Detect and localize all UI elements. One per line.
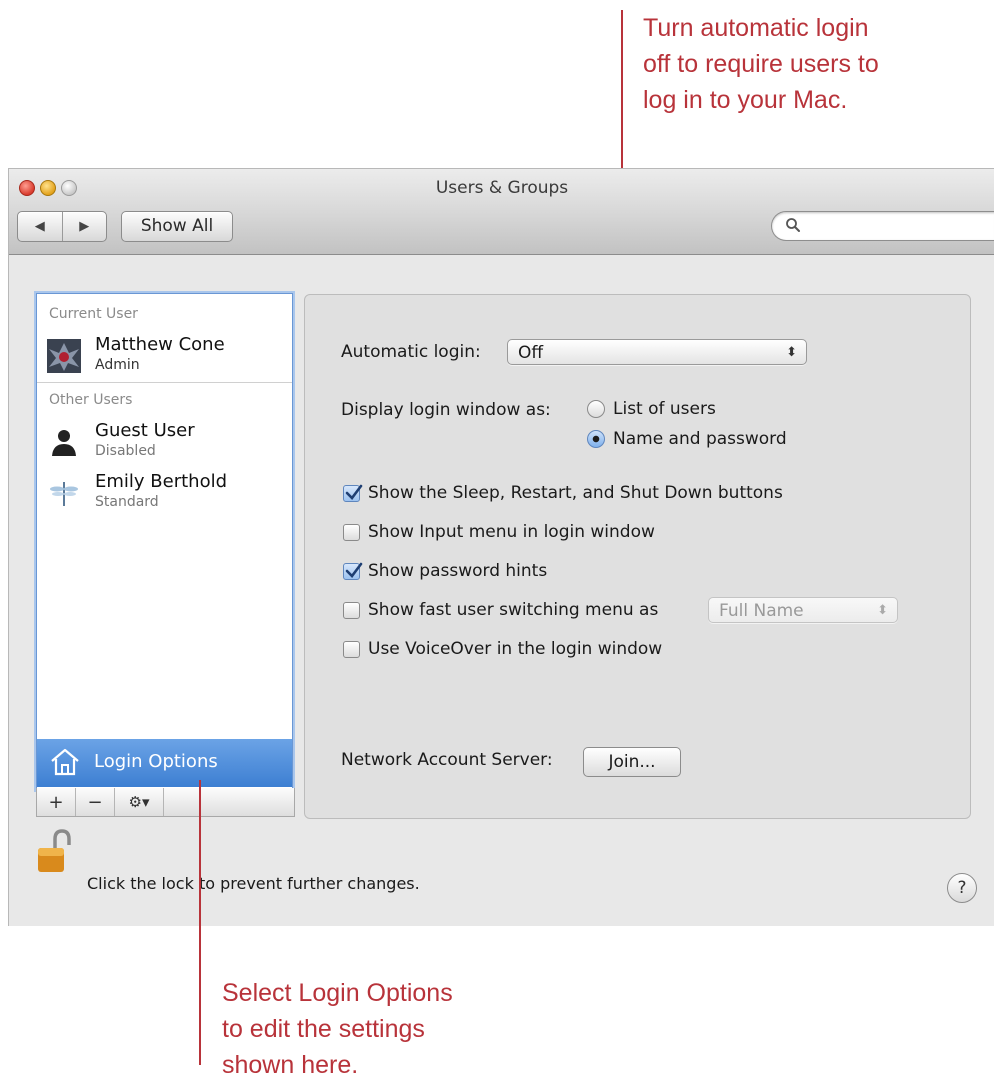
- user-role: Admin: [95, 357, 140, 373]
- automatic-login-value: Off: [518, 343, 544, 363]
- network-account-server-label: Network Account Server:: [341, 750, 553, 770]
- search-icon: [786, 218, 800, 232]
- checkbox-show-sleep-restart-shutdown[interactable]: [343, 484, 363, 502]
- help-button[interactable]: ?: [947, 873, 977, 903]
- sidebar-toolbar: + − ⚙▾: [36, 788, 295, 817]
- callout-line-3: log in to your Mac.: [643, 86, 848, 114]
- checkbox-label: Show Input menu in login window: [368, 522, 655, 542]
- house-icon: [51, 748, 79, 776]
- back-arrow-icon[interactable]: ◀: [18, 212, 63, 241]
- fast-user-switching-value: Full Name: [719, 601, 804, 621]
- user-avatar-icon: [47, 339, 81, 373]
- fast-user-switching-popup[interactable]: Full Name ⬍: [708, 597, 898, 623]
- callout-line-2: off to require users to: [643, 50, 879, 78]
- join-button[interactable]: Join...: [583, 747, 681, 777]
- search-input[interactable]: [771, 211, 994, 241]
- titlebar: Users & Groups ◀ ▶ Show All: [9, 169, 994, 255]
- user-name: Guest User: [95, 420, 195, 441]
- callout-login-options: Select Login Options to edit the setting…: [222, 975, 453, 1083]
- checkbox-label: Show fast user switching menu as: [368, 600, 659, 620]
- radio-list-of-users-label: List of users: [613, 399, 716, 419]
- user-role: Disabled: [95, 443, 156, 459]
- users-groups-window: Users & Groups ◀ ▶ Show All Current User…: [8, 168, 994, 926]
- radio-list-of-users[interactable]: [587, 400, 605, 418]
- checkbox-show-password-hints[interactable]: [343, 562, 363, 580]
- login-options-label: Login Options: [94, 751, 218, 772]
- back-forward-control: ◀ ▶: [17, 211, 107, 242]
- checkbox-label: Show password hints: [368, 561, 548, 581]
- callout-line-1: Turn automatic login: [643, 14, 869, 42]
- checkbox-use-voiceover[interactable]: [343, 641, 360, 658]
- user-row-guest-user[interactable]: Guest User Disabled: [37, 420, 292, 466]
- add-user-button[interactable]: +: [37, 788, 76, 816]
- action-menu-button[interactable]: ⚙▾: [115, 788, 164, 816]
- remove-user-button[interactable]: −: [76, 788, 115, 816]
- unlocked-padlock-icon[interactable]: [35, 829, 77, 875]
- callout-automatic-login: Turn automatic login off to require user…: [643, 10, 879, 118]
- users-list: Current User Matthew Cone Admin Other Us…: [36, 293, 293, 790]
- checkbox-label: Show the Sleep, Restart, and Shut Down b…: [368, 483, 783, 503]
- user-role: Standard: [95, 494, 159, 510]
- user-name: Emily Berthold: [95, 471, 228, 492]
- callout-line-1: Select Login Options: [222, 979, 453, 1007]
- radio-name-and-password-label: Name and password: [613, 429, 787, 449]
- guest-silhouette-icon: [52, 430, 76, 456]
- forward-arrow-icon[interactable]: ▶: [63, 212, 107, 241]
- window-title: Users & Groups: [435, 178, 569, 198]
- divider: [37, 382, 292, 383]
- login-options-panel: Automatic login: Off ⬍ Display login win…: [304, 294, 971, 819]
- checkbox-show-input-menu[interactable]: [343, 524, 360, 541]
- callout-pointer-bottom: [199, 780, 201, 1065]
- login-options-item[interactable]: Login Options: [37, 739, 292, 787]
- callout-line-2: to edit the settings: [222, 1015, 425, 1043]
- user-row-emily-berthold[interactable]: Emily Berthold Standard: [37, 471, 292, 517]
- automatic-login-popup[interactable]: Off ⬍: [507, 339, 807, 365]
- user-name: Matthew Cone: [95, 334, 225, 355]
- callout-line-3: shown here.: [222, 1051, 359, 1079]
- other-users-header: Other Users: [49, 392, 133, 408]
- automatic-login-label: Automatic login:: [341, 342, 481, 362]
- checkbox-label: Use VoiceOver in the login window: [368, 639, 663, 659]
- popup-arrows-icon: ⬍: [786, 345, 797, 360]
- lock-status-text: Click the lock to prevent further change…: [87, 874, 420, 893]
- dragonfly-avatar-icon: [50, 482, 78, 506]
- popup-arrows-icon: ⬍: [877, 603, 888, 618]
- radio-name-and-password[interactable]: [587, 430, 605, 448]
- user-row-matthew-cone[interactable]: Matthew Cone Admin: [37, 334, 292, 380]
- current-user-header: Current User: [49, 306, 138, 322]
- checkbox-fast-user-switching[interactable]: [343, 602, 360, 619]
- display-login-window-label: Display login window as:: [341, 400, 551, 420]
- show-all-button[interactable]: Show All: [121, 211, 233, 242]
